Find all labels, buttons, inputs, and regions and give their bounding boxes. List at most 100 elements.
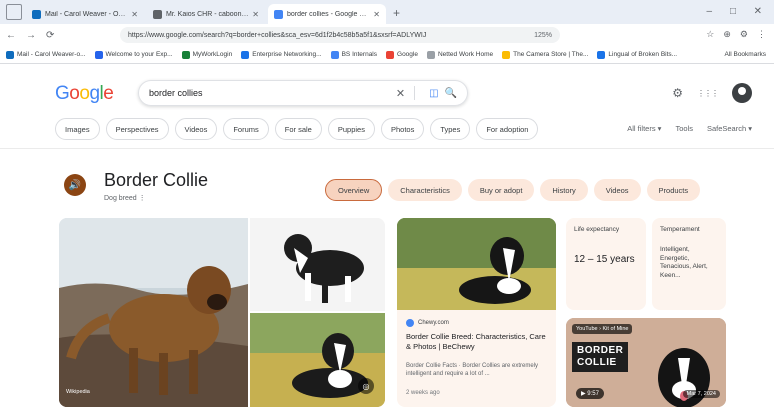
window-menu-icon[interactable]	[6, 4, 22, 20]
article-snippet: Border Collie Facts · Border Collies are…	[406, 363, 539, 377]
entity-title: Border Collie	[104, 170, 209, 190]
extensions-icon[interactable]: ⊕	[723, 29, 731, 40]
bookmark-label: Enterprise Networking...	[252, 51, 322, 58]
logo-letter: e	[103, 83, 114, 104]
knowledge-tab[interactable]: History	[540, 179, 588, 201]
address-text: https://www.google.com/search?q=border+c…	[128, 31, 427, 39]
bookmark-item[interactable]: BS Internals	[330, 50, 377, 59]
all-filters-button[interactable]: All filters ▾	[627, 124, 661, 133]
apps-grid-icon[interactable]: ⋮⋮⋮	[697, 89, 719, 98]
bookmark-item[interactable]: Mail - Carol Weaver-o...	[6, 50, 86, 59]
fact-life-expectancy[interactable]: Life expectancy 12 – 15 years	[566, 218, 646, 310]
bookmark-item[interactable]: Welcome to your Exp...	[94, 50, 173, 59]
tab-close-icon[interactable]: ✕	[131, 10, 138, 19]
browser-toolbar: ← → ⟳ https://www.google.com/search?q=bo…	[0, 24, 774, 46]
lens-icon[interactable]: ◫	[429, 88, 438, 99]
filter-chip[interactable]: Photos	[380, 118, 425, 140]
fact-temperament[interactable]: Temperament Intelligent, Energetic, Tena…	[652, 218, 726, 310]
border-collie-photo-white-bg[interactable]	[250, 218, 385, 311]
filter-chip[interactable]: Types	[430, 118, 471, 140]
zoom-indicator[interactable]: 125%	[534, 32, 552, 39]
filter-chip[interactable]: For adoption	[476, 118, 539, 140]
browser-menu-icon[interactable]: ⋮	[757, 29, 766, 40]
address-bar[interactable]: https://www.google.com/search?q=border+c…	[120, 27, 560, 43]
tab-close-icon[interactable]: ✕	[373, 10, 380, 19]
chewy-favicon-icon	[406, 319, 414, 327]
tab-title: Mr. Kaios CHR - caboon76x3/git/	[166, 10, 250, 18]
knowledge-tab[interactable]: Videos	[593, 179, 641, 201]
lens-search-icon[interactable]: ◎	[358, 378, 374, 394]
knowledge-tab[interactable]: Buy or adopt	[467, 179, 535, 201]
bookmark-label: MyWorkLogin	[192, 51, 233, 58]
browser-tab[interactable]: border collies - Google Search✕	[268, 4, 386, 24]
maximize-button[interactable]: □	[730, 6, 736, 17]
article-source: Chewy.com	[406, 319, 449, 327]
search-input[interactable]: border collies	[149, 88, 396, 98]
video-channel: YouTube › Kit of Mine	[572, 324, 633, 334]
account-avatar[interactable]	[732, 83, 752, 103]
bookmark-favicon-icon	[386, 50, 395, 59]
border-collie-photo-large[interactable]	[59, 218, 248, 407]
speaker-icon[interactable]: 🔊	[64, 174, 86, 196]
search-icon[interactable]: 🔍	[445, 88, 457, 99]
fact-value: Intelligent, Energetic, Tenacious, Alert…	[660, 246, 708, 279]
entity-subtitle[interactable]: Dog breed ⋮	[104, 194, 146, 202]
forward-button[interactable]: →	[26, 30, 36, 41]
bookmark-item[interactable]: Netted Work Home	[426, 50, 493, 59]
video-date: Mar 7, 2024	[682, 390, 720, 398]
logo-letter: o	[79, 83, 90, 104]
toolbar-icons: ☆ ⊕ ⚙ ⋮	[706, 29, 766, 40]
border-collie-photo-lying[interactable]: ◎	[250, 313, 385, 407]
photo-credit: Wikipedia	[66, 389, 90, 395]
settings-gear-icon[interactable]: ⚙	[672, 86, 683, 100]
tools-button[interactable]: Tools	[675, 124, 693, 133]
settings-icon[interactable]: ⚙	[740, 29, 748, 40]
tab-title: border collies - Google Search	[287, 10, 370, 18]
minimize-button[interactable]: –	[706, 6, 712, 17]
bookmark-item[interactable]: Enterprise Networking...	[241, 50, 322, 59]
bookmark-item[interactable]: MyWorkLogin	[181, 50, 233, 59]
logo-letter: g	[89, 83, 100, 104]
knowledge-tabs: Overview Characteristics Buy or adopt Histo…	[325, 179, 701, 201]
bookmark-item[interactable]: Google	[386, 50, 418, 59]
back-button[interactable]: ←	[6, 30, 16, 41]
bookmark-item[interactable]: Lingual of Broken Bits...	[597, 50, 677, 59]
knowledge-tab[interactable]: Products	[646, 179, 701, 201]
knowledge-tab[interactable]: Characteristics	[388, 179, 462, 201]
safesearch-button[interactable]: SafeSearch ▾	[707, 124, 752, 133]
close-window-button[interactable]: ✕	[754, 6, 762, 17]
search-box[interactable]: border collies ✕ ◫ 🔍	[138, 80, 468, 106]
fact-label: Life expectancy	[574, 226, 620, 233]
article-thumbnail	[397, 218, 556, 310]
bookmarks-bar: Mail - Carol Weaver-o... Welcome to your …	[0, 46, 774, 64]
video-card[interactable]: YouTube › Kit of Mine BORDER COLLIE ▶ 9:…	[566, 318, 726, 407]
browser-tab[interactable]: Mr. Kaios CHR - caboon76x3/git/✕	[147, 4, 265, 24]
filter-chip[interactable]: Perspectives	[105, 118, 169, 140]
bookmark-label: The Camera Store | The...	[513, 51, 589, 58]
reload-button[interactable]: ⟳	[46, 30, 54, 41]
bookmark-star-icon[interactable]: ☆	[706, 29, 714, 40]
tab-close-icon[interactable]: ✕	[252, 10, 259, 19]
bookmark-favicon-icon	[502, 50, 511, 59]
bookmark-favicon-icon	[6, 50, 14, 59]
bookmark-favicon-icon	[181, 50, 190, 59]
all-bookmarks-button[interactable]: All Bookmarks	[724, 51, 766, 58]
google-logo[interactable]: Google	[55, 83, 114, 105]
browser-tab[interactable]: Mail - Carol Weaver - Outlook ✕	[26, 4, 144, 24]
filter-chip[interactable]: Videos	[174, 118, 218, 140]
search-divider	[414, 86, 416, 100]
article-headline[interactable]: Border Collie Breed: Characteristics, Ca…	[406, 332, 550, 352]
filter-chip[interactable]: Puppies	[327, 118, 375, 140]
bookmark-label: Welcome to your Exp...	[105, 51, 173, 58]
knowledge-tab[interactable]: Overview	[325, 179, 383, 201]
article-time: 2 weeks ago	[406, 390, 440, 396]
clear-icon[interactable]: ✕	[396, 87, 405, 100]
bookmark-item[interactable]: The Camera Store | The...	[502, 50, 589, 59]
article-card[interactable]: Chewy.com Border Collie Breed: Character…	[397, 218, 556, 407]
new-tab-button[interactable]: +	[393, 6, 400, 20]
fact-label: Temperament	[660, 226, 700, 233]
filter-chip[interactable]: For sale	[274, 118, 322, 140]
bookmark-favicon-icon	[241, 50, 250, 59]
filter-chip[interactable]: Forums	[223, 118, 269, 140]
filter-chip[interactable]: Images	[55, 118, 100, 140]
